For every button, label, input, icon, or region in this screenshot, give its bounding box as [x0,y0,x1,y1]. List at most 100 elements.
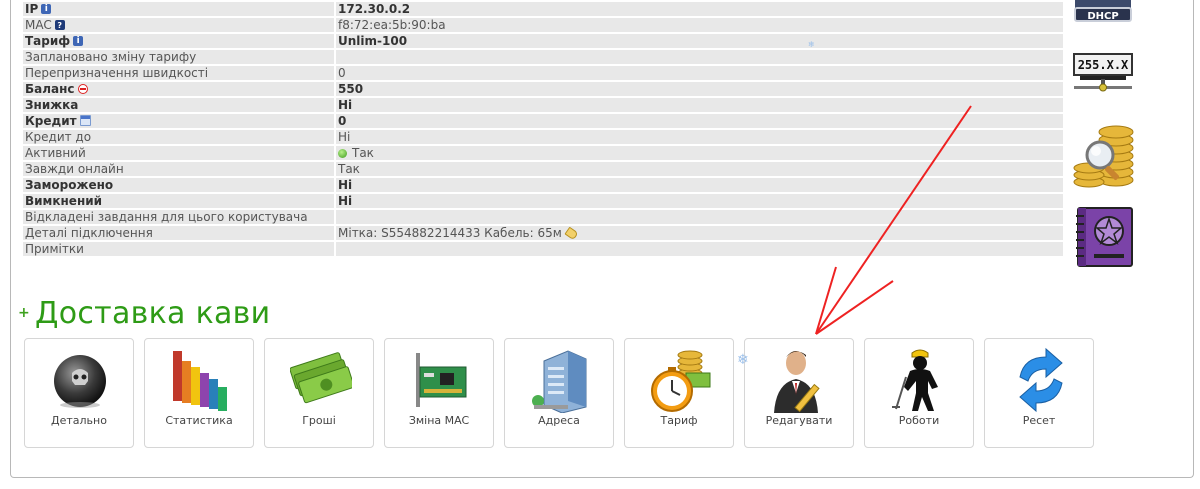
info-row-key-text: Завжди онлайн [25,162,124,176]
info-row-key: Кредит [23,114,334,128]
info-row-value [336,210,1063,224]
info-row-key: Знижка [23,98,334,112]
info-row-value-text: Так [338,162,360,176]
info-row-key: Деталі підключення [23,226,334,240]
info-row-value: Ні [336,194,1063,208]
info-row-value: Ні [336,178,1063,192]
info-icon[interactable] [73,34,84,48]
info-row-key-text: Активний [25,146,86,160]
info-row-value: Unlim-100 [336,34,1063,48]
info-row-key-text: Кредит до [25,130,92,144]
info-row-value: 550 [336,82,1063,96]
tile-details[interactable]: Детально [24,338,134,448]
info-row-value-text: 550 [338,82,364,96]
info-row-value-text: Unlim-100 [338,34,408,48]
info-row-key-text: Відкладені завдання для цього користувач… [25,210,308,224]
info-row-key: Відкладені завдання для цього користувач… [23,210,334,224]
info-row-value: 0 [336,66,1063,80]
tag-icon[interactable] [564,226,579,241]
tile-label: Зміна MAC [408,414,470,427]
info-row-value [336,50,1063,64]
info-row-value: Мітка: S554882214433 Кабель: 65м [336,226,1063,241]
info-row-value: Ні [336,98,1063,112]
info-row: Баланс 550 [23,82,1063,96]
tile-statistics[interactable]: Статистика [144,338,254,448]
info-row-value: 0 [336,114,1063,128]
tile-label: Адреса [538,414,580,427]
info-row-value-text: f8:72:ea:5b:90:ba [338,18,446,32]
info-row: Кредит 0 [23,114,1063,128]
info-row-value: Так [336,146,1063,160]
info-row-key: Перепризначення швидкості [23,66,334,80]
info-row-value: Так [336,162,1063,176]
green-dot-icon [338,149,347,158]
tile-address[interactable]: Адреса [504,338,614,448]
info-row-key-text: Знижка [25,98,79,112]
info-row-key: Тариф [23,34,334,48]
info-row-key-text: MAC [25,18,52,32]
info-row-key-text: Кредит [25,114,77,128]
tile-label: Роботи [898,414,940,427]
tile-label: Статистика [165,414,233,427]
section-title: Доставка кави [35,295,271,331]
info-row-value [336,242,1063,256]
tile-change-mac[interactable]: Зміна MAC [384,338,494,448]
action-tiles: Детально Статистика Гроші Зміна MAC Адре… [24,338,1094,448]
info-row-value-text: Ні [338,194,353,208]
info-row-value: Ні [336,130,1063,144]
info-row-value-text: 0 [338,114,347,128]
bar-chart-icon [173,351,227,411]
tile-robots[interactable]: Роботи [864,338,974,448]
tile-reset[interactable]: Ресет [984,338,1094,448]
snowflake-icon: ❄ [737,352,749,368]
info-row-key-text: Деталі підключення [25,226,153,240]
info-row: Кредит до Ні [23,130,1063,144]
stopwatch-coins-icon [651,350,711,412]
tile-edit[interactable]: Редагувати [744,338,854,448]
info-row-value-text: Так [352,146,374,160]
info-row-key: Активний [23,146,334,160]
info-row: Заплановано зміну тарифу [23,50,1063,64]
info-row: Знижка Ні [23,98,1063,112]
tile-tariff[interactable]: Тариф [624,338,734,448]
info-row-key: Заморожено [23,178,334,192]
minus-circle-icon[interactable] [77,84,88,94]
info-row: Вимкнений Ні [23,194,1063,208]
calendar-icon[interactable] [79,115,91,126]
tile-money[interactable]: Гроші [264,338,374,448]
info-row-value-text: 172.30.0.2 [338,2,411,16]
tile-label: Гроші [302,414,336,427]
dhcp-icon[interactable]: DHCP [1072,0,1134,29]
info-row-key: Баланс [23,82,334,96]
netmask-icon[interactable]: 255.X.X [1072,53,1134,96]
info-row-key-text: IP [25,2,39,16]
snowflake-icon: ❄ [808,40,815,49]
info-row-key-text: Заморожено [25,178,114,192]
info-row: Тариф Unlim-100 [23,34,1063,48]
user-info-table: IP 172.30.0.2 MAC f8:72:ea:5b:90:ba Тариф Unl… [21,0,1065,258]
tile-label: Детально [51,414,107,427]
info-row-key: IP [23,2,334,16]
section-header: + Доставка кави [18,293,270,333]
refresh-icon [1019,347,1063,413]
skull-sphere-icon [54,355,106,408]
info-row-key-text: Перепризначення швидкості [25,66,209,80]
help-icon[interactable] [54,19,65,33]
info-row-key-text: Тариф [25,34,71,48]
info-row: MAC f8:72:ea:5b:90:ba [23,18,1063,33]
money-icon [290,352,352,404]
info-row-value-text: Ні [338,178,353,192]
info-row-key-text: Баланс [25,82,75,96]
info-row-key-text: Примітки [25,242,84,256]
expand-plus-icon[interactable]: + [18,305,32,321]
spell-book-icon[interactable] [1072,206,1134,271]
info-icon[interactable] [41,2,52,16]
info-row-key-text: Вимкнений [25,194,103,208]
info-row: Відкладені завдання для цього користувач… [23,210,1063,224]
info-row-value: f8:72:ea:5b:90:ba [336,18,1063,32]
coins-search-icon[interactable] [1072,122,1134,193]
building-icon [532,350,587,413]
info-row-key: MAC [23,18,334,33]
tile-label: Тариф [660,414,698,427]
network-card-icon [416,353,467,407]
